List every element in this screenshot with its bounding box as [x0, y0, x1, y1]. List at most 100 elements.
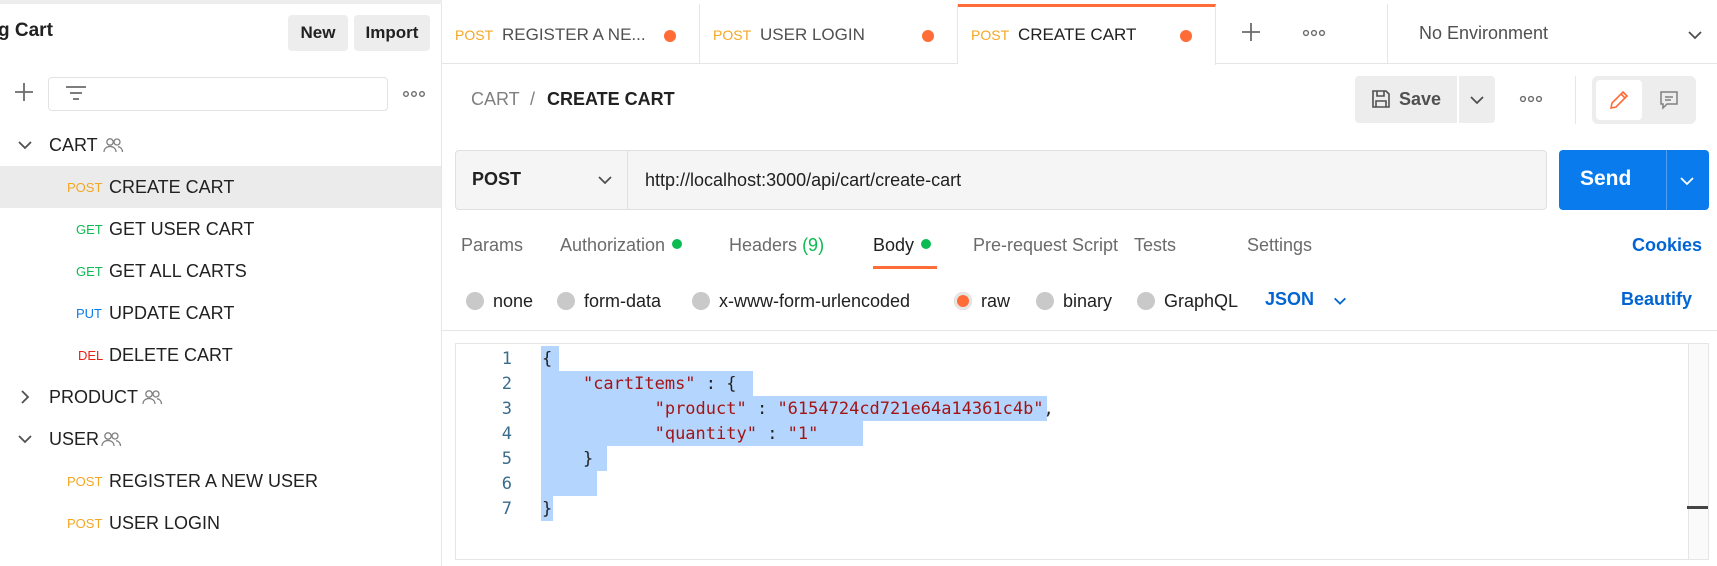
request-label: GET USER CART [109, 219, 255, 239]
shared-users-icon [142, 390, 163, 405]
sidebar-item-user-login[interactable]: POST USER LOGIN [0, 502, 441, 544]
method-badge: PUT [76, 306, 102, 321]
status-dot-icon [672, 239, 683, 250]
pencil-icon [1609, 90, 1629, 110]
chevron-down-icon[interactable] [16, 136, 34, 154]
tab-body[interactable]: Body [873, 235, 932, 256]
folder-label: PRODUCT [49, 387, 138, 407]
body-type-urlencoded[interactable]: x-www-form-urlencoded [692, 289, 910, 313]
tab-method: POST [971, 27, 1010, 43]
filter-icon[interactable] [62, 80, 90, 106]
add-collection-icon[interactable] [12, 80, 36, 104]
page-title[interactable]: CREATE CART [547, 89, 675, 110]
request-label: REGISTER A NEW USER [109, 471, 319, 491]
request-label: GET ALL CARTS [109, 261, 247, 281]
divider [1666, 150, 1667, 210]
line-number: 4 [501, 424, 512, 444]
sidebar-item-get-user-cart[interactable]: GET GET USER CART [0, 208, 441, 250]
sidebar: g Cart New Import CART POST CREATE CART … [0, 0, 442, 566]
tab-headers[interactable]: Headers (9) [729, 235, 824, 256]
radio-icon [692, 292, 710, 310]
sidebar-item-get-all-carts[interactable]: GET GET ALL CARTS [0, 250, 441, 292]
comments-button[interactable] [1646, 80, 1692, 120]
body-type-raw[interactable]: raw [954, 289, 1010, 313]
environment-label: No Environment [1419, 23, 1549, 43]
unsaved-dot-icon [664, 30, 676, 42]
import-button[interactable]: Import [354, 15, 430, 51]
chevron-down-icon[interactable] [1678, 172, 1696, 190]
line-number: 2 [501, 374, 512, 394]
tab-method: POST [455, 27, 494, 43]
tab-pre-request-script[interactable]: Pre-request Script [973, 235, 1118, 256]
body-type-label: GraphQL [1164, 290, 1239, 311]
environment-select[interactable]: No Environment [1388, 4, 1717, 64]
tab-tests[interactable]: Tests [1134, 235, 1176, 256]
method-select[interactable]: POST [456, 151, 628, 209]
body-type-label: x-www-form-urlencoded [719, 290, 911, 311]
shared-users-icon [103, 138, 124, 153]
tab-authorization-label: Authorization [560, 235, 666, 255]
method-badge: DEL [78, 348, 104, 363]
code-line: } [542, 499, 553, 519]
tab-register-user[interactable]: POST REGISTER A NE... [442, 4, 700, 64]
line-number: 1 [501, 349, 512, 369]
new-button[interactable]: New [288, 15, 348, 51]
save-button[interactable]: Save [1355, 76, 1457, 123]
folder-label: CART [49, 135, 98, 155]
radio-icon [557, 292, 575, 310]
code-editor[interactable]: 1 2 3 4 5 6 7 { "cartItems" : { "product… [455, 343, 1709, 560]
body-type-form-data[interactable]: form-data [557, 289, 661, 313]
view-mode-toggle [1592, 76, 1696, 124]
chevron-down-icon [598, 176, 612, 185]
save-dropdown-button[interactable] [1459, 76, 1495, 123]
chevron-down-icon[interactable] [1332, 293, 1348, 309]
tab-params[interactable]: Params [461, 235, 523, 256]
divider [442, 330, 1717, 331]
folder-product[interactable]: PRODUCT [0, 376, 441, 418]
sidebar-more-icon[interactable] [402, 84, 426, 104]
tab-settings[interactable]: Settings [1247, 235, 1312, 256]
sidebar-item-update-cart[interactable]: PUT UPDATE CART [0, 292, 441, 334]
folder-user[interactable]: USER [0, 418, 441, 460]
chevron-right-icon[interactable] [16, 388, 34, 406]
divider [1575, 76, 1576, 124]
active-tab-indicator [873, 266, 937, 269]
sidebar-search-input[interactable] [48, 77, 388, 111]
url-input[interactable] [629, 151, 1546, 209]
tab-user-login[interactable]: POST USER LOGIN [700, 4, 958, 64]
editor-scrollbar[interactable] [1688, 344, 1708, 559]
tab-more-icon[interactable] [1301, 24, 1327, 42]
edit-mode-button[interactable] [1596, 80, 1642, 120]
tab-authorization[interactable]: Authorization [560, 235, 683, 256]
body-type-binary[interactable]: binary [1036, 289, 1112, 313]
request-label: UPDATE CART [109, 303, 235, 323]
code-line: "cartItems" : { [582, 374, 737, 394]
line-number: 3 [501, 399, 512, 419]
tab-headers-label: Headers [729, 235, 798, 255]
shared-users-icon [101, 432, 122, 447]
sidebar-item-delete-cart[interactable]: DEL DELETE CART [0, 334, 441, 376]
request-more-icon[interactable] [1518, 90, 1544, 108]
method-label: POST [472, 169, 522, 189]
tab-create-cart[interactable]: POST CREATE CART [958, 4, 1216, 65]
save-icon [1372, 90, 1390, 108]
body-type-none[interactable]: none [466, 289, 533, 313]
breadcrumb-parent[interactable]: CART [471, 89, 520, 110]
scrollbar-thumb[interactable] [1687, 506, 1708, 509]
sidebar-item-register-user[interactable]: POST REGISTER A NEW USER [0, 460, 441, 502]
new-tab-icon[interactable] [1239, 20, 1263, 44]
send-button[interactable]: Send [1559, 150, 1709, 210]
breadcrumb-separator: / [530, 89, 536, 109]
folder-cart[interactable]: CART [0, 124, 441, 166]
chevron-down-icon[interactable] [16, 430, 34, 448]
body-format-select[interactable]: JSON [1265, 289, 1314, 310]
tab-body-label: Body [873, 235, 915, 255]
sidebar-top-border [0, 0, 442, 4]
body-type-graphql[interactable]: GraphQL [1137, 289, 1238, 313]
beautify-link[interactable]: Beautify [1621, 289, 1692, 310]
method-badge: GET [76, 222, 103, 237]
folder-label: USER [49, 429, 100, 449]
chevron-down-icon [1688, 31, 1702, 40]
cookies-link[interactable]: Cookies [1632, 235, 1702, 256]
sidebar-item-create-cart[interactable]: POST CREATE CART [0, 166, 441, 208]
